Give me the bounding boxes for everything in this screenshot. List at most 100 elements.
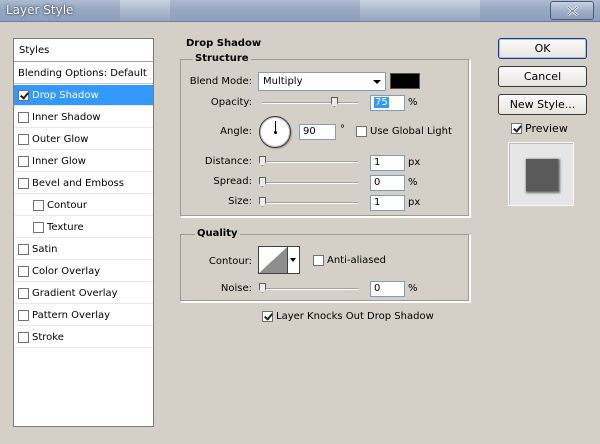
style-item-label: Outer Glow	[32, 133, 89, 145]
ok-button[interactable]: OK	[498, 38, 587, 59]
angle-dial-center	[274, 131, 277, 134]
drop-shadow-title: Drop Shadow	[186, 38, 262, 49]
angle-unit: °	[340, 124, 345, 135]
style-item-checkbox[interactable]	[33, 199, 44, 211]
style-item[interactable]: Bevel and Emboss	[14, 173, 153, 194]
opacity-input[interactable]: 75	[370, 95, 405, 111]
style-item[interactable]: Color Overlay	[14, 261, 153, 282]
style-item-label: Drop Shadow	[32, 89, 99, 101]
style-item-checkbox[interactable]	[18, 155, 29, 167]
style-item-checkbox[interactable]	[33, 221, 44, 233]
contour-dropdown-button[interactable]	[288, 246, 300, 274]
style-item-checkbox[interactable]	[18, 133, 29, 145]
style-item-label: Stroke	[32, 331, 64, 343]
styles-list-header[interactable]: Styles	[14, 39, 153, 62]
style-item[interactable]: Stroke	[14, 327, 153, 348]
styles-list: Styles Blending Options: Default Drop Sha…	[13, 38, 154, 427]
angle-input[interactable]: 90	[299, 124, 336, 140]
style-item-checkbox[interactable]	[18, 89, 29, 101]
noise-label: Noise:	[220, 283, 252, 294]
style-item[interactable]: Satin	[14, 239, 153, 260]
style-item-label: Inner Glow	[32, 155, 86, 167]
style-item-checkbox[interactable]	[18, 287, 29, 299]
style-item[interactable]: Contour	[14, 195, 153, 216]
style-item-label: Pattern Overlay	[32, 309, 111, 321]
opacity-value: 75	[374, 97, 389, 108]
style-item-checkbox[interactable]	[18, 309, 29, 321]
style-item[interactable]: Pattern Overlay	[14, 305, 153, 326]
structure-title: Structure	[193, 53, 251, 64]
contour-label: Contour:	[208, 256, 252, 267]
contour-curve-icon	[259, 247, 287, 273]
noise-input[interactable]: 0	[370, 281, 405, 297]
style-item-label: Blending Options: Default	[18, 67, 147, 79]
distance-unit: px	[408, 157, 421, 168]
anti-aliased-checkbox[interactable]: Anti-aliased	[313, 255, 386, 266]
style-item-label: Inner Shadow	[32, 111, 101, 123]
new-style-button[interactable]: New Style...	[498, 94, 587, 115]
size-label: Size:	[228, 196, 252, 207]
style-item-checkbox[interactable]	[18, 177, 29, 189]
opacity-label: Opacity:	[210, 97, 252, 108]
close-icon	[566, 5, 578, 16]
distance-label: Distance:	[204, 156, 252, 167]
blend-mode-value: Multiply	[263, 76, 303, 87]
cancel-button[interactable]: Cancel	[498, 66, 587, 87]
chevron-down-icon	[373, 80, 381, 84]
anti-aliased-box	[313, 255, 324, 266]
use-global-light-checkbox[interactable]: Use Global Light	[356, 126, 452, 137]
style-item[interactable]: Gradient Overlay	[14, 283, 153, 304]
style-item-label: Bevel and Emboss	[32, 177, 124, 189]
style-item[interactable]: Outer Glow	[14, 129, 153, 150]
spread-unit: %	[408, 177, 418, 188]
spread-slider-track[interactable]	[262, 182, 358, 184]
style-item-label: Contour	[47, 199, 87, 211]
size-slider-track[interactable]	[262, 202, 358, 204]
style-item-checkbox[interactable]	[18, 243, 29, 255]
window-title: Layer Style	[6, 3, 74, 17]
layer-knocks-out-box	[262, 311, 273, 322]
style-item[interactable]: Drop Shadow	[14, 85, 153, 106]
layer-knocks-out-checkbox[interactable]: Layer Knocks Out Drop Shadow	[262, 311, 434, 322]
style-item-label: Color Overlay	[32, 265, 101, 277]
preview-label: Preview	[525, 122, 568, 135]
shadow-color-swatch[interactable]	[390, 73, 420, 89]
use-global-light-box	[356, 126, 367, 137]
spread-input[interactable]: 0	[370, 175, 405, 191]
title-bar-glass	[360, 0, 480, 22]
style-item-label: Satin	[32, 243, 58, 255]
title-bar-glass	[120, 0, 170, 22]
opacity-slider-track[interactable]	[262, 102, 358, 104]
blend-mode-dropdown[interactable]: Multiply	[258, 72, 386, 91]
size-unit: px	[408, 197, 421, 208]
style-item[interactable]: Texture	[14, 217, 153, 238]
contour-picker[interactable]	[258, 246, 288, 274]
style-item-checkbox[interactable]	[18, 331, 29, 343]
noise-unit: %	[408, 283, 418, 294]
preview-box-check	[511, 123, 522, 134]
style-item[interactable]: Inner Glow	[14, 151, 153, 172]
style-item-label: Gradient Overlay	[32, 287, 118, 299]
style-item[interactable]: Blending Options: Default	[14, 63, 153, 84]
quality-title: Quality	[195, 228, 240, 239]
angle-dial[interactable]	[259, 116, 291, 148]
size-input[interactable]: 1	[370, 195, 405, 211]
preview-checkbox[interactable]: Preview	[511, 122, 568, 135]
layer-knocks-out-label: Layer Knocks Out Drop Shadow	[276, 311, 434, 322]
style-item[interactable]: Inner Shadow	[14, 107, 153, 128]
use-global-light-label: Use Global Light	[370, 126, 452, 137]
style-item-label: Texture	[47, 221, 84, 233]
title-bar: Layer Style	[0, 0, 600, 22]
close-button[interactable]	[550, 1, 594, 20]
opacity-unit: %	[408, 97, 418, 108]
style-item-checkbox[interactable]	[18, 111, 29, 123]
distance-input[interactable]: 1	[370, 155, 405, 171]
angle-label: Angle:	[220, 126, 252, 137]
spread-label: Spread:	[213, 176, 252, 187]
preview-thumbnail	[508, 142, 574, 206]
distance-slider-track[interactable]	[262, 161, 358, 163]
preview-square	[526, 159, 558, 191]
style-item-checkbox[interactable]	[18, 265, 29, 277]
noise-slider-track[interactable]	[262, 288, 358, 290]
anti-aliased-label: Anti-aliased	[327, 255, 387, 266]
